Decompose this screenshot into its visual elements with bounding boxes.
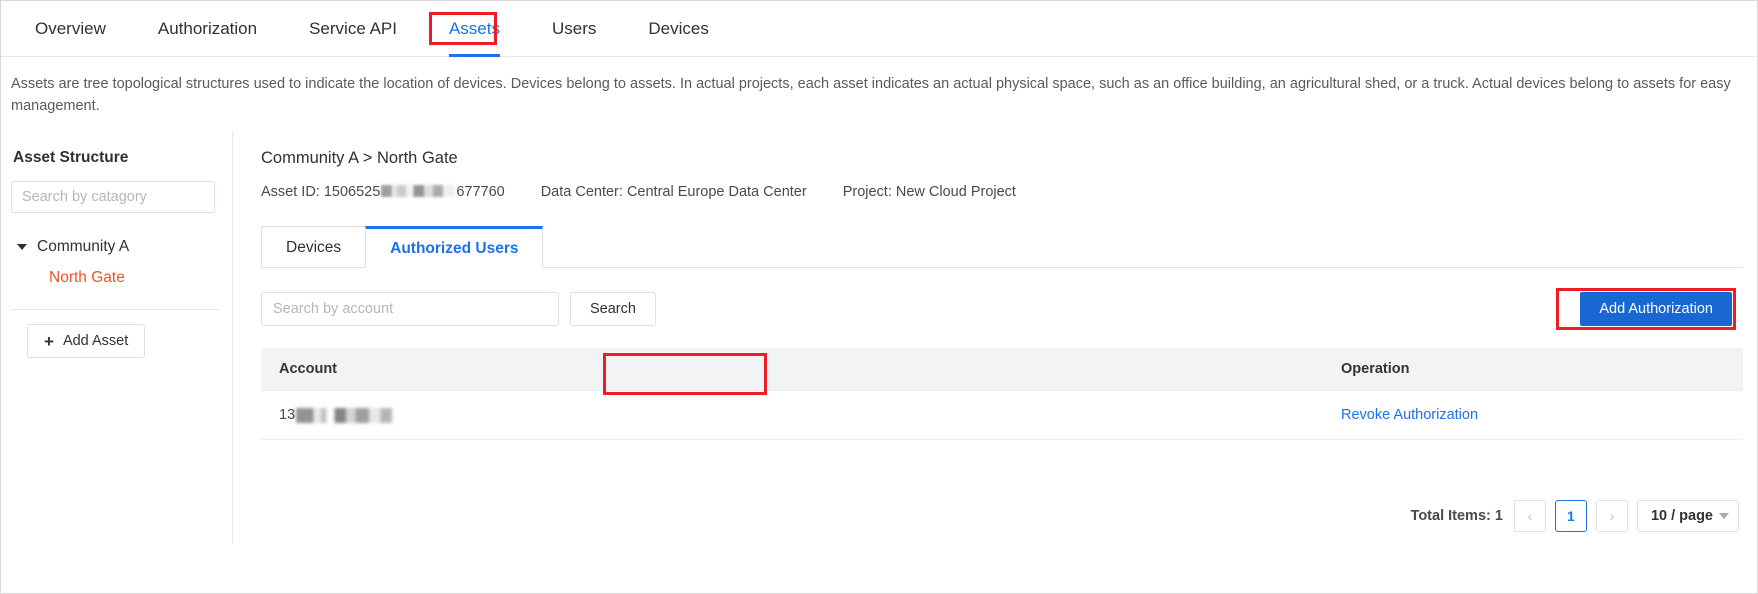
chevron-right-icon: ›	[1609, 508, 1615, 524]
search-button-label: Search	[590, 301, 636, 317]
tree-node-community-a[interactable]: Community A	[11, 235, 220, 259]
pagination-prev-button[interactable]: ‹	[1513, 500, 1546, 532]
column-header-account: Account	[261, 348, 1323, 391]
nav-item-devices-label: Devices	[648, 18, 709, 38]
asset-structure-sidebar: Asset Structure Community A North Gate +…	[1, 131, 233, 544]
app-window: Overview Authorization Service API Asset…	[0, 0, 1758, 594]
category-search-input[interactable]	[11, 181, 215, 213]
account-search-input[interactable]	[261, 292, 559, 326]
account-value: 13	[279, 407, 1323, 423]
sidebar-divider	[11, 309, 220, 310]
nav-item-users[interactable]: Users	[526, 1, 622, 57]
redacted-account-segment	[296, 407, 393, 423]
tree-node-north-gate[interactable]: North Gate	[11, 259, 220, 293]
nav-item-authorization[interactable]: Authorization	[132, 1, 283, 57]
total-items-label: Total Items: 1	[1410, 508, 1503, 524]
tab-devices-label: Devices	[286, 239, 342, 256]
nav-item-service-api-label: Service API	[309, 18, 397, 38]
chevron-down-icon[interactable]	[17, 244, 27, 250]
table-row: 13 Revoke Authorization	[261, 390, 1743, 440]
account-prefix: 13	[279, 407, 296, 423]
page-body: Asset Structure Community A North Gate +…	[1, 131, 1757, 544]
asset-detail-panel: Community A > North Gate Asset ID: 15065…	[233, 131, 1757, 544]
tab-devices[interactable]: Devices	[261, 226, 367, 267]
asset-id-prefix: 1506525	[323, 184, 381, 200]
column-header-operation: Operation	[1323, 348, 1743, 391]
search-button[interactable]: Search	[570, 292, 656, 326]
add-asset-button-label: Add Asset	[62, 333, 129, 349]
nav-item-devices[interactable]: Devices	[622, 1, 734, 57]
sidebar-title: Asset Structure	[13, 149, 129, 166]
pagination-next-button[interactable]: ›	[1595, 500, 1628, 532]
cell-account: 13	[261, 390, 1323, 440]
tab-authorized-users-label: Authorized Users	[390, 240, 519, 257]
tab-authorized-users[interactable]: Authorized Users	[365, 226, 544, 268]
nav-item-assets-label: Assets	[448, 18, 500, 38]
nav-item-assets[interactable]: Assets	[423, 1, 526, 57]
asset-tree: Community A North Gate	[11, 235, 220, 293]
pagination-page-1-label: 1	[1567, 508, 1575, 524]
add-authorization-button[interactable]: Add Authorization	[1580, 292, 1732, 326]
nav-item-overview[interactable]: Overview	[9, 1, 132, 57]
table-body: 13 Revoke Authorization	[261, 390, 1743, 440]
revoke-authorization-link[interactable]: Revoke Authorization	[1341, 407, 1478, 423]
top-navigation-bar: Overview Authorization Service API Asset…	[1, 1, 1757, 57]
page-size-select[interactable]: 10 / page	[1636, 500, 1739, 532]
page-description: Assets are tree topological structures u…	[11, 76, 1731, 114]
tree-node-community-a-label: Community A	[37, 238, 130, 255]
pagination: Total Items: 1 ‹ 1 › 10 / page	[1411, 500, 1739, 532]
add-authorization-button-label: Add Authorization	[1599, 301, 1713, 317]
nav-item-service-api[interactable]: Service API	[283, 1, 423, 57]
data-center-field: Data Center: Central Europe Data Center	[540, 184, 807, 200]
asset-id-label: Asset ID:	[261, 184, 320, 200]
detail-tabs: Devices Authorized Users	[261, 226, 1743, 268]
authorized-users-table: Account Operation 13 Revoke Authorizatio…	[261, 348, 1743, 440]
account-search-row: Search Add Authorization	[261, 288, 1743, 330]
asset-id-field: Asset ID: 1506525 677760	[261, 184, 505, 200]
chevron-left-icon: ‹	[1527, 508, 1533, 524]
table-head: Account Operation	[261, 348, 1743, 391]
table-header-row: Account Operation	[261, 348, 1743, 391]
nav-item-overview-label: Overview	[35, 18, 106, 38]
redacted-asset-id-segment	[381, 185, 456, 197]
project-field: Project: New Cloud Project	[842, 184, 1016, 200]
pagination-page-1-button[interactable]: 1	[1554, 500, 1587, 532]
asset-meta-row: Asset ID: 1506525 677760 Data Center: Cen…	[261, 184, 1743, 200]
nav-item-authorization-label: Authorization	[157, 18, 258, 38]
chevron-down-icon	[1719, 513, 1729, 519]
breadcrumb: Community A > North Gate	[261, 149, 458, 167]
tree-node-north-gate-label: North Gate	[49, 269, 125, 286]
cell-operation: Revoke Authorization	[1323, 390, 1743, 440]
add-asset-button[interactable]: + Add Asset	[27, 324, 146, 358]
plus-icon: +	[44, 331, 54, 351]
asset-id-suffix: 677760	[456, 184, 505, 200]
nav-item-users-label: Users	[552, 18, 597, 38]
page-size-label: 10 / page	[1650, 508, 1713, 524]
